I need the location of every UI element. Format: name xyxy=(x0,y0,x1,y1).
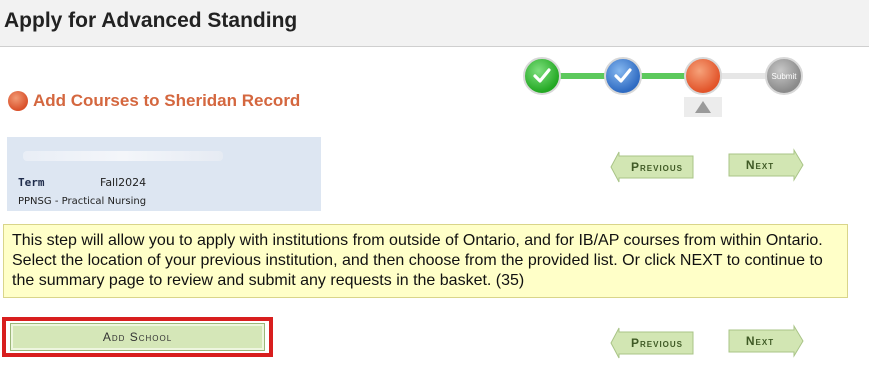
next-label: Next xyxy=(745,334,775,348)
progress-tracker: Submit xyxy=(520,55,810,119)
program-value: PPNSG - Practical Nursing xyxy=(18,196,147,207)
section-heading: Add Courses to Sheridan Record xyxy=(8,91,300,111)
section-title: Add Courses to Sheridan Record xyxy=(33,91,301,110)
term-value: Fall2024 xyxy=(100,176,147,189)
step-1-complete xyxy=(523,57,561,95)
redacted-name xyxy=(23,151,223,161)
student-info-panel: Term Fall2024 PPNSG - Practical Nursing xyxy=(7,137,321,211)
page-header: Apply for Advanced Standing xyxy=(0,0,869,47)
orange-bullet-icon xyxy=(8,91,28,111)
instructions-message: This step will allow you to apply with i… xyxy=(3,224,848,298)
step-submit-label: Submit xyxy=(771,71,797,81)
step-3-current xyxy=(684,57,722,95)
page-title: Apply for Advanced Standing xyxy=(4,9,298,32)
previous-button-bottom[interactable]: Previous xyxy=(610,326,694,360)
current-step-marker xyxy=(684,97,722,117)
checkmark-icon xyxy=(533,68,551,83)
add-school-button[interactable]: Add School xyxy=(10,323,265,351)
next-label: Next xyxy=(745,158,775,172)
term-label: Term xyxy=(18,176,45,189)
triangle-up-icon xyxy=(695,101,711,113)
next-button-top[interactable]: Next xyxy=(728,148,804,182)
progress-line-pending xyxy=(720,73,770,79)
step-2-complete xyxy=(604,57,642,95)
checkmark-icon xyxy=(614,68,632,83)
previous-label: Previous xyxy=(630,160,683,174)
step-4-submit: Submit xyxy=(765,57,803,95)
next-button-bottom[interactable]: Next xyxy=(728,324,804,358)
previous-button-top[interactable]: Previous xyxy=(610,150,694,184)
previous-label: Previous xyxy=(630,336,683,350)
